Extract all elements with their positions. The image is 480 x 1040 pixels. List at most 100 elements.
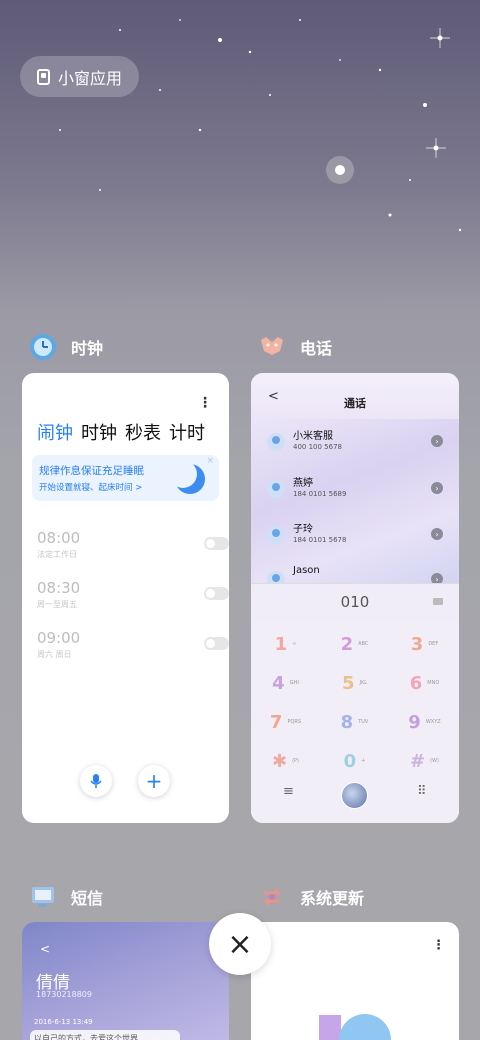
contact-name: 燕婷 <box>293 478 313 489</box>
contact-name: 小米客服 <box>293 431 333 442</box>
dial-key-digit: 2 <box>340 633 354 655</box>
dial-display: 010 <box>251 583 459 621</box>
chevron-right-icon[interactable]: › <box>431 435 443 447</box>
app-header-clock[interactable]: 时钟 <box>29 333 103 361</box>
dial-key-letters: TUV <box>358 719 369 725</box>
dial-key-letters: (W) <box>430 758 439 764</box>
alarm-toggle[interactable] <box>204 587 229 600</box>
dial-key-letters: JKL <box>359 680 368 686</box>
dial-key-digit: # <box>410 750 426 772</box>
menu-icon[interactable]: ≡ <box>283 784 294 799</box>
moon-icon <box>169 460 205 494</box>
close-icon: × <box>227 926 253 962</box>
alarm-item[interactable]: 08:30 周一至周五 <box>37 579 229 610</box>
dial-key[interactable]: ✱ (P) <box>251 742 320 780</box>
voice-button[interactable] <box>80 765 112 797</box>
phone-card[interactable]: < 通话 小米客服 400 100 5678 › 燕婷 184 0101 568… <box>251 373 459 823</box>
dial-key[interactable]: 9 WXYZ <box>390 703 459 741</box>
app-name-sms: 短信 <box>71 889 104 908</box>
close-icon[interactable]: × <box>206 456 214 466</box>
dial-key-letters: MNO <box>427 680 440 686</box>
tab-timer[interactable]: 计时 <box>169 419 205 445</box>
banner-subtitle: 开始设置就寝、起床时间 > <box>39 483 143 493</box>
alarm-time: 09:00 <box>37 629 81 647</box>
system-update-card[interactable]: ⋮ <box>251 922 459 1040</box>
dial-key-digit: 5 <box>341 672 355 694</box>
banner-title: 规律作息保证充足睡眠 <box>39 465 144 477</box>
phone-title: 通话 <box>344 397 366 410</box>
tab-stopwatch[interactable]: 秒表 <box>125 419 161 445</box>
clock-card[interactable]: ⋮ 闹钟 时钟 秒表 计时 规律作息保证充足睡眠 开始设置就寝、起床时间 > ×… <box>22 373 229 823</box>
dial-key[interactable]: 6 MNO <box>390 664 459 702</box>
dial-key[interactable]: 4 GHI <box>251 664 320 702</box>
alarm-repeat: 周六 周日 <box>37 650 72 659</box>
tab-clock[interactable]: 时钟 <box>81 419 117 445</box>
miui-logo-bar <box>319 1015 341 1040</box>
alarm-item[interactable]: 08:00 法定工作日 <box>37 529 229 560</box>
keypad-icon[interactable]: ⠿ <box>417 784 427 799</box>
add-alarm-button[interactable]: + <box>138 765 170 797</box>
dial-key[interactable]: 8 TUV <box>320 703 389 741</box>
dial-key-digit: 1 <box>274 633 288 655</box>
alarm-toggle[interactable] <box>204 537 229 550</box>
mini-window-label: 小窗应用 <box>58 68 123 88</box>
dial-key-digit: ✱ <box>271 750 288 772</box>
dial-key-digit: 8 <box>340 711 354 733</box>
contact-name: Jason <box>293 565 320 576</box>
avatar <box>267 571 285 583</box>
more-options-icon[interactable]: ⋮ <box>198 395 212 411</box>
more-options-icon[interactable]: ⋮ <box>432 938 445 953</box>
dial-key[interactable]: # (W) <box>390 742 459 780</box>
dial-key-letters: + <box>361 758 366 764</box>
dial-key-letters: DEF <box>428 641 439 647</box>
tab-alarm[interactable]: 闹钟 <box>37 419 73 445</box>
alarm-item[interactable]: 09:00 周六 周日 <box>37 629 229 660</box>
app-name-system-update: 系统更新 <box>300 889 365 908</box>
alarm-time: 08:30 <box>37 579 81 597</box>
clear-all-button[interactable]: × <box>209 913 271 975</box>
alarm-repeat: 法定工作日 <box>37 550 77 559</box>
dial-key-digit: 3 <box>410 633 424 655</box>
dial-key[interactable]: 5 JKL <box>320 664 389 702</box>
app-name-clock: 时钟 <box>71 339 104 358</box>
sms-message-bubble: 以自己的方式，去爱这个世界 <box>30 1030 180 1040</box>
contact-number: 400 100 5678 <box>293 443 342 451</box>
contact-row[interactable]: 子玲 184 0101 5678 › <box>267 518 443 552</box>
contact-row[interactable]: 燕婷 184 0101 5689 › <box>267 472 443 506</box>
contact-list[interactable]: 小米客服 400 100 5678 › 燕婷 184 0101 5689 › 子… <box>251 419 459 583</box>
contact-name: 子玲 <box>293 524 313 535</box>
mini-window-icon <box>37 68 50 85</box>
contact-number: 184 0101 5689 <box>293 490 347 498</box>
call-button[interactable] <box>341 782 368 809</box>
app-header-system-update[interactable]: 系统更新 <box>258 883 364 911</box>
sleep-banner[interactable]: 规律作息保证充足睡眠 开始设置就寝、起床时间 > × <box>32 455 219 501</box>
dial-key[interactable]: 2 ABC <box>320 625 389 663</box>
sms-card[interactable]: < 倩倩 18730218809 2016-6-13 13:49 以自己的方式，… <box>22 922 229 1040</box>
dial-key[interactable]: 1 ∞ <box>251 625 320 663</box>
app-header-sms[interactable]: 短信 <box>29 883 103 911</box>
miui-logo-circle <box>339 1014 391 1040</box>
chevron-right-icon[interactable]: › <box>431 528 443 540</box>
dial-key-letters: (P) <box>292 758 299 764</box>
mic-icon <box>90 774 102 788</box>
avatar <box>267 526 285 544</box>
contact-row[interactable]: Jason › <box>267 563 443 583</box>
dial-key-digit: 7 <box>269 711 283 733</box>
mini-window-button[interactable]: 小窗应用 <box>20 56 139 97</box>
dial-key-letters: PQRS <box>287 719 302 725</box>
chevron-right-icon[interactable]: › <box>431 573 443 583</box>
contact-row[interactable]: 小米客服 400 100 5678 › <box>267 425 443 459</box>
app-header-phone[interactable]: 电话 <box>258 333 332 361</box>
backspace-icon[interactable] <box>433 598 443 605</box>
clock-icon <box>29 333 57 361</box>
dial-key[interactable]: 0 + <box>320 742 389 780</box>
dial-key[interactable]: 3 DEF <box>390 625 459 663</box>
dial-key-digit: 9 <box>408 711 421 733</box>
dial-key-digit: 0 <box>343 750 357 772</box>
chevron-right-icon[interactable]: › <box>431 482 443 494</box>
dial-key[interactable]: 7 PQRS <box>251 703 320 741</box>
avatar <box>267 480 285 498</box>
alarm-toggle[interactable] <box>204 637 229 650</box>
sms-contact-number: 18730218809 <box>36 990 92 999</box>
back-icon[interactable]: < <box>40 942 50 956</box>
